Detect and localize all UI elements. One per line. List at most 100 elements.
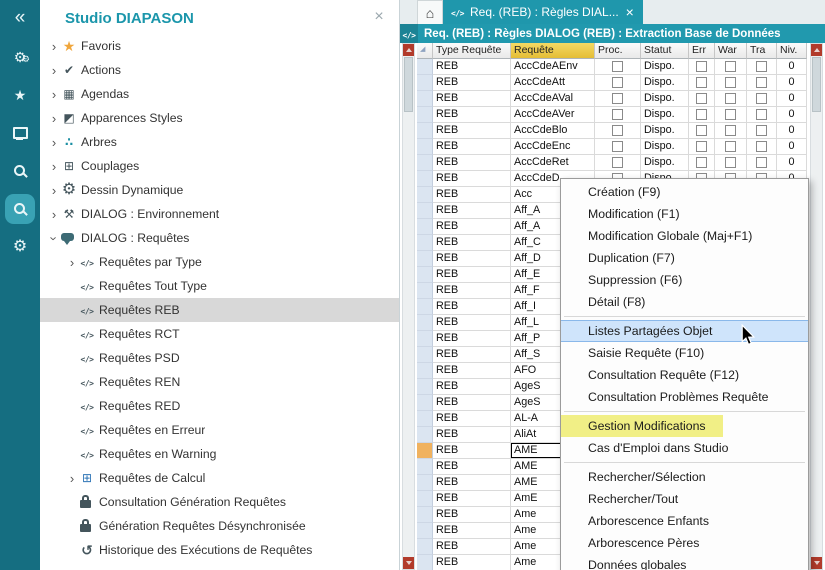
row-selector-cell[interactable]: [417, 555, 433, 570]
chevron-icon[interactable]: [48, 63, 60, 78]
menu-item-consultation-problemes-requete[interactable]: Consultation Problèmes Requête: [561, 386, 808, 408]
scroll-up-button[interactable]: [811, 44, 822, 56]
row-selector-cell[interactable]: [417, 91, 433, 107]
tra-checkbox[interactable]: [756, 125, 767, 136]
cell-niv[interactable]: 0: [777, 155, 807, 171]
cell-requete[interactable]: AccCdeAtt: [511, 75, 595, 91]
activity-explorer-button[interactable]: [0, 190, 40, 228]
cell-tra[interactable]: [747, 139, 777, 155]
chevron-icon[interactable]: [48, 207, 60, 222]
grid-vscrollbar-right[interactable]: [810, 43, 823, 570]
row-selector-cell[interactable]: [417, 107, 433, 123]
cell-type-requete[interactable]: REB: [433, 523, 511, 539]
cell-niv[interactable]: 0: [777, 139, 807, 155]
cell-type-requete[interactable]: REB: [433, 59, 511, 75]
cell-err[interactable]: [689, 155, 715, 171]
war-checkbox[interactable]: [725, 141, 736, 152]
activity-favorites-button[interactable]: [0, 76, 40, 114]
cell-type-requete[interactable]: REB: [433, 91, 511, 107]
menu-item-gestion-modifications[interactable]: Gestion Modifications: [561, 415, 808, 437]
row-selector-cell[interactable]: [417, 491, 433, 507]
cell-type-requete[interactable]: REB: [433, 459, 511, 475]
cell-type-requete[interactable]: REB: [433, 283, 511, 299]
column-header-niv[interactable]: Niv.: [777, 43, 807, 59]
cell-type-requete[interactable]: REB: [433, 411, 511, 427]
column-header-war[interactable]: War: [715, 43, 747, 59]
cell-requete[interactable]: AccCdeRet: [511, 155, 595, 171]
column-header-proc[interactable]: Proc.: [595, 43, 641, 59]
row-selector-cell[interactable]: [417, 331, 433, 347]
tree-item-dialog-environnement[interactable]: DIALOG : Environnement: [40, 202, 399, 226]
activity-search-button[interactable]: [0, 152, 40, 190]
close-icon[interactable]: [625, 4, 635, 20]
tree-item-requetes-ren[interactable]: Requêtes REN: [40, 370, 399, 394]
cell-type-requete[interactable]: REB: [433, 347, 511, 363]
collapse-panel-button[interactable]: [0, 0, 40, 38]
column-header-type-requete[interactable]: Type Requête: [433, 43, 511, 59]
cell-type-requete[interactable]: REB: [433, 155, 511, 171]
row-selector-cell[interactable]: [417, 395, 433, 411]
close-icon[interactable]: [371, 9, 387, 25]
row-selector-cell[interactable]: [417, 203, 433, 219]
cell-type-requete[interactable]: REB: [433, 235, 511, 251]
cell-war[interactable]: [715, 107, 747, 123]
proc-checkbox[interactable]: [612, 93, 623, 104]
menu-item-duplication[interactable]: Duplication (F7): [561, 247, 808, 269]
cell-war[interactable]: [715, 59, 747, 75]
cell-err[interactable]: [689, 91, 715, 107]
chevron-icon[interactable]: [66, 255, 78, 270]
grid-vscrollbar-left[interactable]: [402, 43, 415, 570]
activity-config-button[interactable]: [0, 228, 40, 266]
grid-row[interactable]: REB AccCdeBlo Dispo. 0: [417, 123, 807, 139]
activity-settings-button[interactable]: [0, 38, 40, 76]
cell-err[interactable]: [689, 123, 715, 139]
cell-tra[interactable]: [747, 107, 777, 123]
err-checkbox[interactable]: [696, 77, 707, 88]
cell-proc[interactable]: [595, 91, 641, 107]
cell-type-requete[interactable]: REB: [433, 315, 511, 331]
chevron-icon[interactable]: [48, 183, 60, 198]
cell-war[interactable]: [715, 75, 747, 91]
tree-item-requetes-reb[interactable]: Requêtes REB: [40, 298, 399, 322]
war-checkbox[interactable]: [725, 77, 736, 88]
menu-separator[interactable]: [561, 408, 808, 415]
cell-proc[interactable]: [595, 75, 641, 91]
war-checkbox[interactable]: [725, 125, 736, 136]
tree-item-arbres[interactable]: Arbres: [40, 130, 399, 154]
tree-item-requetes-psd[interactable]: Requêtes PSD: [40, 346, 399, 370]
row-selector-cell[interactable]: [417, 251, 433, 267]
row-selector-cell[interactable]: [417, 523, 433, 539]
cell-requete[interactable]: AccCdeAVal: [511, 91, 595, 107]
menu-item-modification-globale[interactable]: Modification Globale (Maj+F1): [561, 225, 808, 247]
cell-niv[interactable]: 0: [777, 59, 807, 75]
row-selector-cell[interactable]: [417, 379, 433, 395]
menu-item-rechercher-selection[interactable]: Rechercher/Sélection: [561, 466, 808, 488]
chevron-icon[interactable]: [48, 135, 60, 150]
tree-item-requetes-de-calcul[interactable]: Requêtes de Calcul: [40, 466, 399, 490]
cell-err[interactable]: [689, 139, 715, 155]
proc-checkbox[interactable]: [612, 141, 623, 152]
tree-item-requetes-tout-type[interactable]: Requêtes Tout Type: [40, 274, 399, 298]
cell-type-requete[interactable]: REB: [433, 219, 511, 235]
chevron-icon[interactable]: [48, 87, 60, 102]
menu-separator[interactable]: [561, 459, 808, 466]
row-selector-cell[interactable]: [417, 283, 433, 299]
cell-requete[interactable]: AccCdeAEnv: [511, 59, 595, 75]
menu-item-creation[interactable]: Création (F9): [561, 181, 808, 203]
cell-proc[interactable]: [595, 59, 641, 75]
cell-requete[interactable]: AccCdeEnc: [511, 139, 595, 155]
scroll-up-button[interactable]: [403, 44, 414, 56]
activity-screens-button[interactable]: [0, 114, 40, 152]
scrollbar-thumb[interactable]: [812, 57, 821, 112]
tree-item-dessin-dynamique[interactable]: Dessin Dynamique: [40, 178, 399, 202]
proc-checkbox[interactable]: [612, 157, 623, 168]
row-selector-cell[interactable]: [417, 507, 433, 523]
cell-statut[interactable]: Dispo.: [641, 139, 689, 155]
grid-row[interactable]: REB AccCdeAVer Dispo. 0: [417, 107, 807, 123]
cell-tra[interactable]: [747, 75, 777, 91]
tree-item-consultation-generation-requetes[interactable]: Consultation Génération Requêtes: [40, 490, 399, 514]
war-checkbox[interactable]: [725, 61, 736, 72]
grid-row[interactable]: REB AccCdeAVal Dispo. 0: [417, 91, 807, 107]
war-checkbox[interactable]: [725, 109, 736, 120]
war-checkbox[interactable]: [725, 93, 736, 104]
